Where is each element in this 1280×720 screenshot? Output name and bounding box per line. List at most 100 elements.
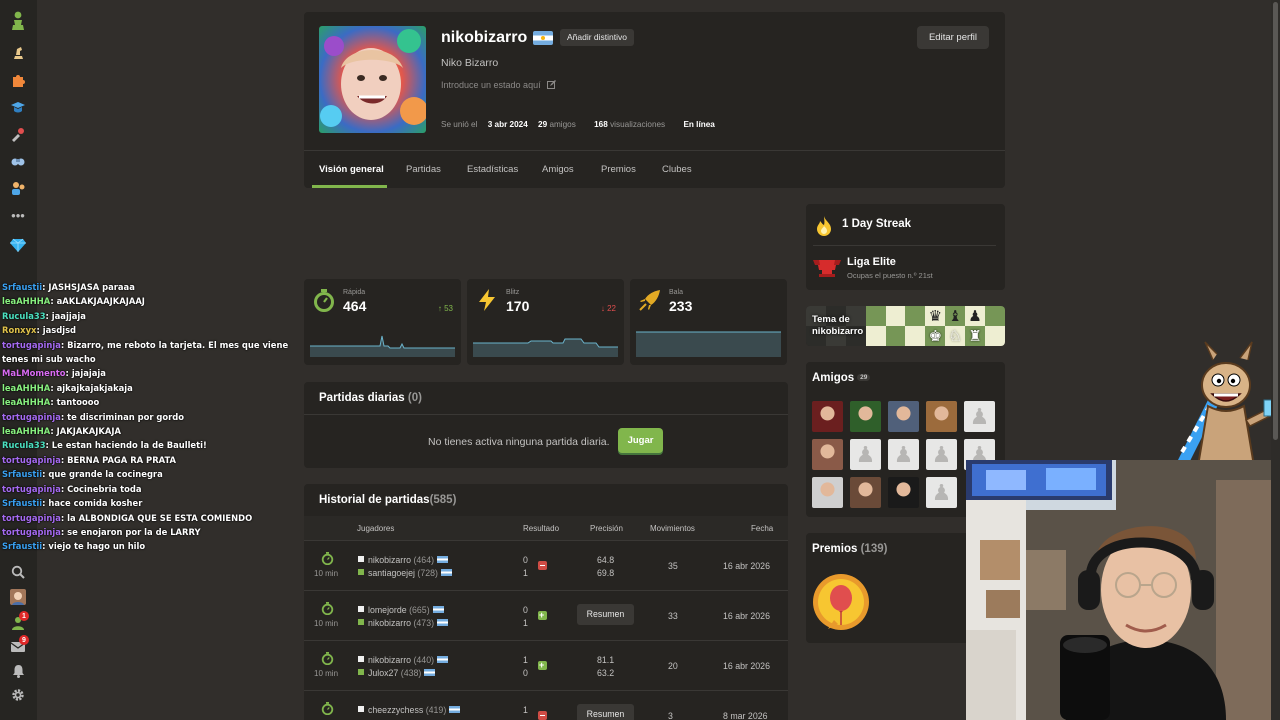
friend-avatar[interactable]: ♟ <box>850 439 881 470</box>
friend-avatar[interactable]: ♟ <box>926 439 957 470</box>
chat-message: leaAHHHA: aAKLAKJAAJKAJAAJ <box>2 296 145 307</box>
friend-avatar[interactable]: ♟ <box>888 439 919 470</box>
friend-avatar[interactable] <box>850 477 881 508</box>
chat-username[interactable]: tortugapinja <box>2 513 61 523</box>
table-row[interactable]: 10 min nikobizarro (440) Julox27 (438) 1 0 81… <box>304 640 788 690</box>
friends-count-badge: 29 <box>857 374 871 381</box>
board-square <box>865 306 886 326</box>
league-title[interactable]: Liga Elite <box>847 256 896 268</box>
chat-username[interactable]: tortugapinja <box>2 455 61 465</box>
friend-avatar[interactable] <box>888 477 919 508</box>
awards-title[interactable]: Premios (139) <box>812 543 887 555</box>
chat-username[interactable]: Rucula33 <box>2 440 46 450</box>
tab-stats[interactable]: Estadísticas <box>467 164 518 175</box>
friend-avatar[interactable]: ♟ <box>926 477 957 508</box>
flag-icon <box>449 706 461 713</box>
chat-username[interactable]: tortugapinja <box>2 484 61 494</box>
tab-awards[interactable]: Premios <box>601 164 636 175</box>
col-date: Fecha <box>751 524 774 533</box>
white-player[interactable]: lomejorde (665) <box>358 605 444 615</box>
chat-username[interactable]: leaAHHHA <box>2 296 50 306</box>
add-badge-button[interactable]: Añadir distintivo <box>560 29 635 46</box>
review-button[interactable]: Resumen <box>577 704 634 720</box>
friend-avatar[interactable] <box>812 401 843 432</box>
puzzles-icon[interactable] <box>9 71 27 89</box>
rating-card-bullet[interactable]: Bala 233 <box>630 279 787 365</box>
chat-username[interactable]: Rucula33 <box>2 311 46 321</box>
chat-username[interactable]: tortugapinja <box>2 412 61 422</box>
white-piece-icon <box>358 556 364 562</box>
status-placeholder: Introduce un estado aquí <box>441 80 541 90</box>
table-row[interactable]: 10 min lomejorde (665) nikobizarro (473) 0 1… <box>304 590 788 640</box>
settings-icon[interactable] <box>9 686 27 704</box>
friend-avatar[interactable] <box>812 477 843 508</box>
black-player[interactable]: nikobizarro (473) <box>358 618 449 628</box>
profile-real-name: Niko Bizarro <box>441 57 499 69</box>
moves-count: 3 <box>668 711 673 720</box>
scrollbar-thumb[interactable] <box>1273 2 1278 440</box>
chat-username[interactable]: Srfaustii <box>2 541 42 551</box>
friend-avatar[interactable] <box>812 439 843 470</box>
bullet-sparkline <box>636 331 781 357</box>
edit-pencil-icon[interactable] <box>547 80 557 91</box>
friend-avatar[interactable] <box>850 401 881 432</box>
chat-username[interactable]: Ronxyx <box>2 325 36 335</box>
diamond-icon[interactable] <box>9 236 27 254</box>
chat-username[interactable]: MaLMomento <box>2 368 66 378</box>
search-icon[interactable] <box>9 563 27 581</box>
rating-card-blitz[interactable]: Blitz 170 ↓ 22 <box>467 279 624 365</box>
tab-friends[interactable]: Amigos <box>542 164 574 175</box>
flag-icon <box>437 619 449 626</box>
play-icon[interactable] <box>9 44 27 62</box>
friend-avatar[interactable] <box>888 401 919 432</box>
chat-username[interactable]: tortugapinja <box>2 527 61 537</box>
result-loss-icon <box>538 561 547 570</box>
tab-clubs[interactable]: Clubes <box>662 164 692 175</box>
chat-username[interactable]: Srfaustii <box>2 469 42 479</box>
time-control: 10 min <box>314 669 339 678</box>
chess-pawn-logo-icon[interactable] <box>9 11 27 30</box>
friend-avatar[interactable]: ♟ <box>964 401 995 432</box>
award-balloon-icon[interactable] <box>812 573 870 631</box>
streak-title[interactable]: 1 Day Streak <box>842 218 911 230</box>
notifications-icon[interactable] <box>9 662 27 680</box>
chat-username[interactable]: leaAHHHA <box>2 383 50 393</box>
chat-text: viejo te hago un hilo <box>48 541 146 552</box>
chat-username[interactable]: Srfaustii <box>2 282 42 292</box>
play-daily-button[interactable]: Jugar <box>618 428 663 453</box>
learn-icon[interactable] <box>9 98 27 116</box>
friends-title[interactable]: Amigos 29 <box>812 372 871 384</box>
chat-username[interactable]: leaAHHHA <box>2 397 50 407</box>
chat-username[interactable]: Srfaustii <box>2 498 42 508</box>
table-row[interactable]: 10 min nikobizarro (464) santiagoejej (728… <box>304 540 788 590</box>
chat-username[interactable]: leaAHHHA <box>2 426 50 436</box>
black-player[interactable]: Julox27 (438) <box>358 668 436 678</box>
watch-icon[interactable] <box>9 125 27 143</box>
board-theme-panel[interactable]: ♛ ♝ ♟ ♚ ♘ ♜ Tema de nikobizarro <box>806 306 1005 346</box>
tab-games[interactable]: Partidas <box>406 164 441 175</box>
review-button[interactable]: Resumen <box>577 604 634 625</box>
white-player[interactable]: nikobizarro (440) <box>358 655 449 665</box>
community-icon[interactable] <box>9 152 27 170</box>
friend-avatar[interactable] <box>926 401 957 432</box>
tab-overview[interactable]: Visión general <box>319 164 384 175</box>
more-icon[interactable]: ••• <box>9 206 27 224</box>
white-score: 0 <box>523 605 528 615</box>
rapid-clock-icon <box>321 652 334 665</box>
friends-label[interactable]: amigos <box>549 120 575 129</box>
social-icon[interactable] <box>9 179 27 197</box>
profile-avatar[interactable] <box>319 26 426 133</box>
rating-delta: ↓ 22 <box>600 304 616 313</box>
page-scrollbar[interactable] <box>1271 0 1280 720</box>
white-player[interactable]: nikobizarro (464) <box>358 555 449 565</box>
edit-profile-button[interactable]: Editar perfil <box>917 26 989 49</box>
rapid-clock-icon <box>321 602 334 615</box>
rating-card-rapid[interactable]: Rápida 464 ↑ 53 <box>304 279 461 365</box>
status-input[interactable]: Introduce un estado aquí <box>441 80 557 91</box>
profile-avatar-icon[interactable] <box>9 588 27 606</box>
table-row[interactable]: cheezzychess (419) 1 Resumen 3 8 mar 2026 <box>304 690 788 720</box>
white-piece-icon <box>358 656 364 662</box>
white-player[interactable]: cheezzychess (419) <box>358 705 461 715</box>
chat-username[interactable]: tortugapinja <box>2 340 61 350</box>
black-player[interactable]: santiagoejej (728) <box>358 568 452 578</box>
